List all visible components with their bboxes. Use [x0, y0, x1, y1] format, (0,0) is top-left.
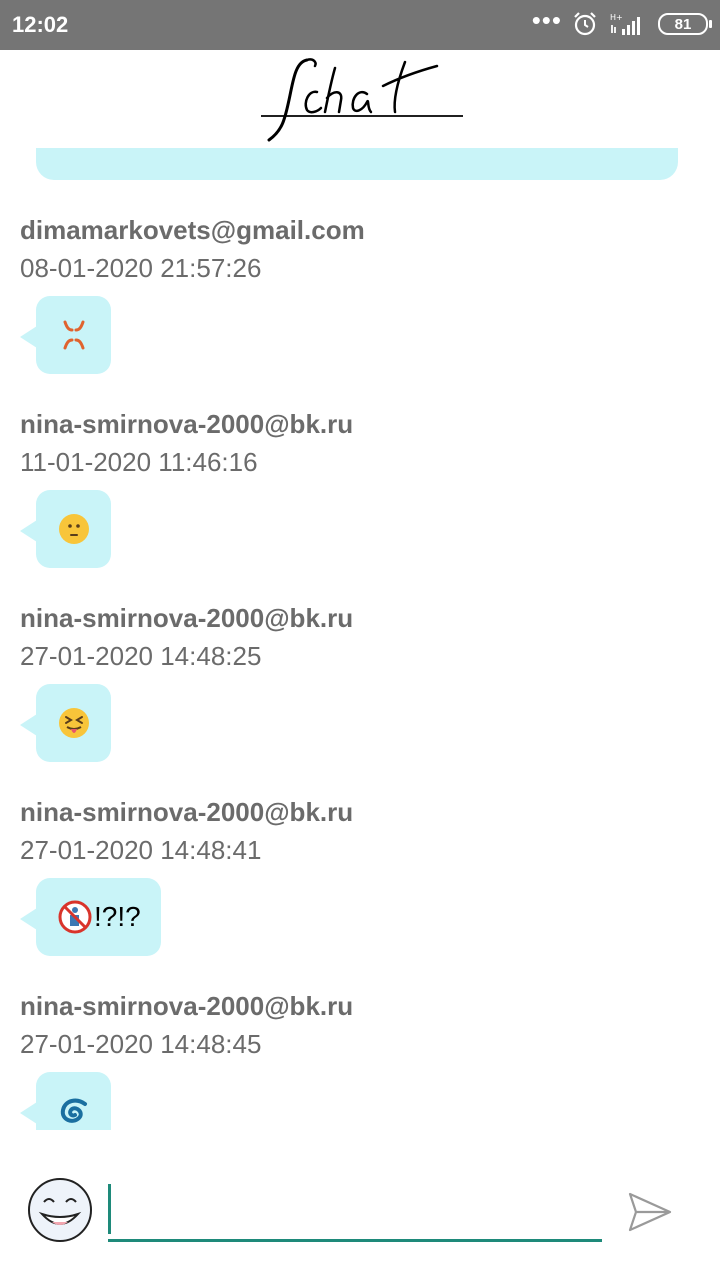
message-sender: nina-smirnova-2000@bk.ru [20, 409, 354, 439]
status-time: 12:02 [12, 12, 69, 37]
message-item: nina-smirnova-2000@bk.ru 27-01-2020 14:4… [0, 958, 720, 1130]
message-bubble[interactable] [20, 684, 111, 762]
text-cursor [108, 1184, 111, 1234]
battery-level: 81 [674, 15, 692, 33]
message-timestamp: 27-01-2020 14:48:25 [20, 641, 262, 671]
message-timestamp: 08-01-2020 21:57:26 [20, 253, 262, 283]
app-header [0, 50, 720, 160]
signal-strength-icon: H+ [608, 11, 648, 37]
message-timestamp: 27-01-2020 14:48:41 [20, 835, 262, 865]
message-bubble[interactable]: !?!? [20, 878, 161, 956]
message-sender: nina-smirnova-2000@bk.ru [20, 797, 354, 827]
send-icon [628, 1192, 672, 1232]
previous-message-bubble [36, 148, 678, 180]
smiley-face-icon [28, 1178, 92, 1242]
no-littering-icon [58, 900, 92, 934]
message-item: nina-smirnova-2000@bk.ru 27-01-2020 14:4… [0, 570, 720, 764]
message-bubble[interactable] [20, 490, 111, 568]
message-text: !?!? [56, 900, 141, 934]
face-emoji-icon [57, 512, 91, 546]
network-type-label: H+ [610, 13, 623, 22]
squinting-tongue-face-icon [57, 706, 91, 740]
anger-symbol-icon [57, 318, 91, 352]
message-text-suffix: !?!? [94, 901, 141, 932]
message-bubble[interactable] [20, 296, 111, 374]
message-input-bar [0, 1150, 720, 1280]
alarm-clock-icon [572, 11, 598, 37]
message-item: nina-smirnova-2000@bk.ru 11-01-2020 11:4… [0, 376, 720, 570]
message-input[interactable] [108, 1182, 602, 1242]
send-button[interactable] [626, 1188, 674, 1236]
message-list[interactable]: dimamarkovets@gmail.com 08-01-2020 21:57… [0, 182, 720, 1130]
battery-icon: 81 [658, 13, 712, 35]
message-item: nina-smirnova-2000@bk.ru 27-01-2020 14:4… [0, 764, 720, 958]
message-sender: nina-smirnova-2000@bk.ru [20, 991, 354, 1021]
more-dots-icon: ••• [531, 5, 562, 35]
cyclone-icon [57, 1094, 91, 1128]
message-timestamp: 27-01-2020 14:48:45 [20, 1029, 262, 1059]
message-bubble[interactable] [20, 1072, 111, 1130]
message-sender: dimamarkovets@gmail.com [20, 215, 365, 245]
message-sender: nina-smirnova-2000@bk.ru [20, 603, 354, 633]
status-icons: ••• H+ 81 [532, 7, 712, 37]
message-item: dimamarkovets@gmail.com 08-01-2020 21:57… [0, 182, 720, 376]
message-timestamp: 11-01-2020 11:46:16 [20, 447, 258, 477]
status-bar: 12:02 ••• H+ 81 [0, 0, 720, 50]
jchat-logo [261, 58, 463, 142]
emoji-button[interactable] [26, 1176, 94, 1244]
